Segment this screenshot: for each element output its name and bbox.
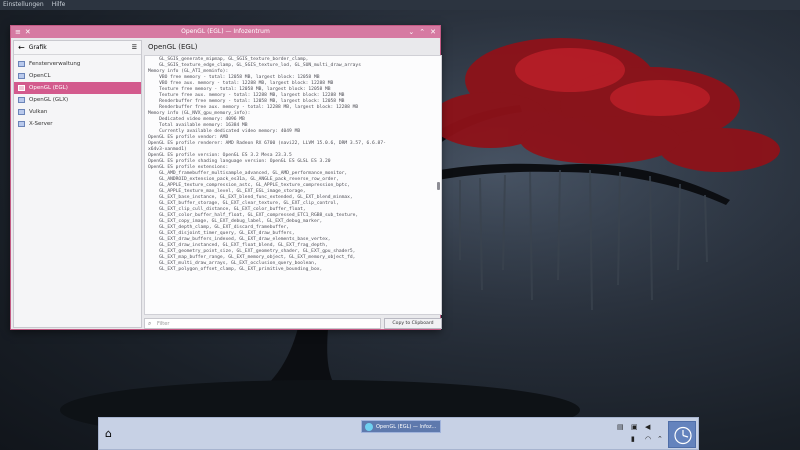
sidebar-back-label[interactable]: Grafik [29, 44, 128, 51]
clock-widget[interactable] [668, 421, 696, 448]
info-text-area[interactable]: GL_SGIS_generate_mipmap, GL_SGIS_texture… [144, 55, 442, 315]
notifications-icon[interactable]: ⌃ [657, 435, 663, 443]
back-arrow-icon[interactable]: ← [18, 43, 25, 52]
sidebar-item-label: OpenGL (GLX) [29, 97, 69, 103]
sidebar-item-opencl[interactable]: OpenCL [14, 70, 141, 82]
sidebar-item-vulkan[interactable]: Vulkan [14, 106, 141, 118]
hamburger-menu-icon[interactable]: ☰ [132, 44, 137, 51]
scrollbar[interactable] [437, 62, 440, 310]
window-titlebar[interactable]: ≡ ✕ OpenGL (EGL) — Infozentrum ⌄ ⌃ ✕ [11, 26, 440, 38]
sidebar-item-label: OpenCL [29, 73, 51, 79]
battery-icon[interactable]: ▮ [631, 435, 635, 443]
window-icon [18, 73, 25, 79]
sidebar-item-opengl-egl[interactable]: OpenGL (EGL) [14, 82, 141, 94]
bottom-bar: ⌕ Filter Copy to Clipboard [144, 318, 442, 330]
sidebar-header: ← Grafik ☰ [14, 41, 141, 55]
menu-help[interactable]: Hilfe [52, 0, 66, 10]
disk-icon[interactable]: ▣ [631, 423, 638, 431]
minimize-icon[interactable]: ⌄ [408, 26, 414, 38]
search-icon: ⌕ [148, 320, 152, 327]
window-menu-icon[interactable]: ≡ [15, 26, 21, 38]
window-icon [18, 109, 25, 115]
window-icon [18, 61, 25, 67]
sidebar-item-label: X-Server [29, 121, 53, 127]
main-panel: OpenGL (EGL) GL_SGIS_generate_mipmap, GL… [144, 40, 442, 330]
clipboard-icon[interactable]: ▤ [617, 423, 624, 431]
page-title: OpenGL (EGL) [148, 43, 198, 51]
window-icon [18, 85, 25, 91]
taskbar: ⌂ OpenGL (EGL) — Infoz... ▤ ▣ ◀ ▮ ◠ ⌃ [98, 417, 699, 450]
sidebar-item-label: OpenGL (EGL) [29, 85, 68, 91]
infocenter-window: ≡ ✕ OpenGL (EGL) — Infozentrum ⌄ ⌃ ✕ ← G… [10, 25, 442, 330]
volume-icon[interactable]: ◀ [645, 423, 650, 431]
task-button-infocenter[interactable]: OpenGL (EGL) — Infoz... [361, 420, 441, 433]
x-icon [18, 121, 25, 127]
filter-input[interactable]: ⌕ Filter [144, 318, 381, 329]
pin-icon[interactable]: ✕ [25, 26, 31, 38]
infocenter-icon [365, 423, 373, 431]
sidebar-item-opengl-glx[interactable]: OpenGL (GLX) [14, 94, 141, 106]
system-tray: ▤ ▣ ◀ ▮ ◠ ⌃ [617, 423, 665, 447]
window-title: OpenGL (EGL) — Infozentrum [181, 28, 270, 35]
maximize-icon[interactable]: ⌃ [419, 26, 425, 38]
copy-to-clipboard-button[interactable]: Copy to Clipboard [384, 318, 442, 329]
wifi-icon[interactable]: ◠ [645, 435, 651, 443]
app-menubar: Einstellungen Hilfe [0, 0, 800, 10]
scrollbar-thumb[interactable] [437, 182, 440, 190]
sidebar-list: Fensterverwaltung OpenCL OpenGL (EGL) Op… [14, 58, 141, 130]
window-icon [18, 97, 25, 103]
app-launcher-icon[interactable]: ⌂ [105, 427, 119, 441]
sidebar-item-label: Fensterverwaltung [29, 61, 81, 67]
sidebar-item-window-management[interactable]: Fensterverwaltung [14, 58, 141, 70]
sidebar-item-x-server[interactable]: X-Server [14, 118, 141, 130]
filter-placeholder: Filter [157, 321, 170, 327]
sidebar: ← Grafik ☰ Fensterverwaltung OpenCL Open… [13, 40, 142, 328]
menu-settings[interactable]: Einstellungen [3, 0, 44, 10]
close-icon[interactable]: ✕ [430, 26, 436, 38]
info-text: GL_SGIS_generate_mipmap, GL_SGIS_texture… [148, 57, 386, 272]
sidebar-item-label: Vulkan [29, 109, 48, 115]
task-label: OpenGL (EGL) — Infoz... [376, 424, 437, 430]
clock-icon [674, 426, 692, 445]
